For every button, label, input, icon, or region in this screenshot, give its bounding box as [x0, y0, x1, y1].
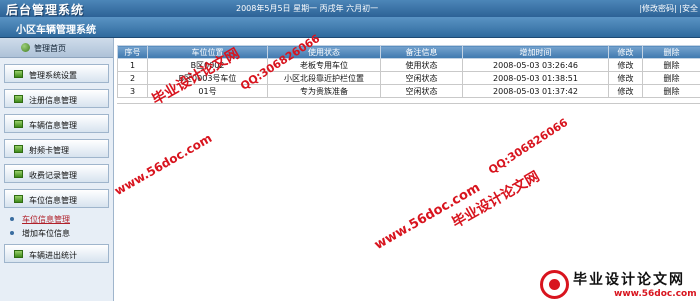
col-header-notes: 备注信息: [380, 45, 463, 59]
subitem-add-parking[interactable]: 增加车位信息: [0, 226, 113, 240]
cell-notes: 使用状态: [380, 58, 463, 72]
parking-table: 序号 车位位置 使用状态 备注信息 增加时间 修改 删除 1 B区0002 老板…: [117, 45, 700, 98]
brand-title: 后台管理系统: [6, 3, 85, 17]
folder-icon: [14, 95, 23, 103]
col-header-delete: 删除: [642, 45, 700, 59]
system-title: 小区车辆管理系统: [16, 25, 96, 36]
folder-icon: [14, 70, 23, 78]
col-header-edit: 修改: [608, 45, 643, 59]
edit-link[interactable]: 修改: [608, 58, 643, 72]
sidebar-item-parking-spaces[interactable]: 车位信息管理: [4, 189, 109, 208]
subitem-label: 增加车位信息: [22, 229, 70, 238]
sidebar-item-system-settings[interactable]: 管理系统设置: [4, 64, 109, 83]
table-row: 3 01号 专为贵族准备 空闲状态 2008-05-03 01:37:42 修改…: [117, 84, 700, 98]
sidebar-item-label: 收费记录管理: [29, 171, 77, 180]
cell-added-time: 2008-05-03 03:26:46: [462, 58, 609, 72]
sidebar-item-label: 车位信息管理: [29, 196, 77, 205]
bullet-icon: [10, 231, 14, 235]
sidebar-item-traffic-stats[interactable]: 车辆进出统计: [4, 244, 109, 263]
logo-title: 毕业设计论文网: [573, 272, 685, 288]
delete-link[interactable]: 删除: [642, 84, 700, 98]
home-icon: [21, 43, 30, 52]
col-header-added-time: 增加时间: [462, 45, 609, 59]
table-row: 1 B区0002 老板专用车位 使用状态 2008-05-03 03:26:46…: [117, 58, 700, 72]
cell-status: 专为贵族准备: [267, 84, 381, 98]
sidebar-item-registration[interactable]: 注册信息管理: [4, 89, 109, 108]
logo-url: www.56doc.com: [614, 289, 697, 299]
edit-link[interactable]: 修改: [608, 84, 643, 98]
sidebar-home-label: 管理首页: [34, 44, 66, 53]
cell-added-time: 2008-05-03 01:38:51: [462, 71, 609, 85]
sidebar-item-label: 射频卡管理: [29, 146, 69, 155]
sidebar-item-fees[interactable]: 收费记录管理: [4, 164, 109, 183]
cell-status: 小区北段靠近护栏位置: [267, 71, 381, 85]
security-link[interactable]: |安全: [679, 4, 698, 13]
current-date: 2008年5月5日 星期一 丙戌年 六月初一: [236, 4, 379, 13]
cell-location: 01号: [147, 84, 268, 98]
cell-status: 老板专用车位: [267, 58, 381, 72]
main-content: 序号 车位位置 使用状态 备注信息 增加时间 修改 删除 1 B区0002 老板…: [117, 45, 700, 301]
cell-index: 1: [117, 58, 148, 72]
bullet-icon: [10, 217, 14, 221]
sidebar-home[interactable]: 管理首页: [0, 38, 113, 58]
sidebar: 管理首页 管理系统设置 注册信息管理 车辆信息管理 射频卡管理 收费记录管理 车…: [0, 38, 114, 301]
sidebar-item-label: 车辆进出统计: [29, 251, 77, 260]
system-bar: 小区车辆管理系统: [0, 17, 700, 38]
site-logo: 毕业设计论文网 www.56doc.com: [540, 268, 700, 301]
subitem-parking-management[interactable]: 车位信息管理: [0, 212, 113, 226]
cell-index: 3: [117, 84, 148, 98]
col-header-status: 使用状态: [267, 45, 381, 59]
top-banner: 后台管理系统 2008年5月5日 星期一 丙戌年 六月初一 |修改密码| |安全: [0, 0, 700, 17]
folder-icon: [14, 120, 23, 128]
cell-notes: 空闲状态: [380, 84, 463, 98]
sidebar-item-label: 注册信息管理: [29, 96, 77, 105]
subitem-label: 车位信息管理: [22, 215, 70, 224]
edit-link[interactable]: 修改: [608, 71, 643, 85]
sidebar-item-label: 车辆信息管理: [29, 121, 77, 130]
sidebar-item-vehicles[interactable]: 车辆信息管理: [4, 114, 109, 133]
col-header-index: 序号: [117, 45, 148, 59]
logo-mark-icon: [540, 270, 569, 299]
folder-icon: [14, 145, 23, 153]
delete-link[interactable]: 删除: [642, 58, 700, 72]
top-links: |修改密码| |安全: [639, 3, 698, 14]
change-password-link[interactable]: |修改密码|: [639, 4, 676, 13]
delete-link[interactable]: 删除: [642, 71, 700, 85]
cell-added-time: 2008-05-03 01:37:42: [462, 84, 609, 98]
folder-icon: [14, 250, 23, 258]
table-header-row: 序号 车位位置 使用状态 备注信息 增加时间 修改 删除: [117, 45, 700, 59]
cell-index: 2: [117, 71, 148, 85]
cell-location: B区0002: [147, 58, 268, 72]
folder-icon: [14, 195, 23, 203]
col-header-location: 车位位置: [147, 45, 268, 59]
cell-notes: 空闲状态: [380, 71, 463, 85]
sidebar-item-rf-cards[interactable]: 射频卡管理: [4, 139, 109, 158]
table-row: 2 B区0003号车位 小区北段靠近护栏位置 空闲状态 2008-05-03 0…: [117, 71, 700, 85]
folder-icon: [14, 170, 23, 178]
sidebar-item-label: 管理系统设置: [29, 71, 77, 80]
cell-location: B区0003号车位: [147, 71, 268, 85]
